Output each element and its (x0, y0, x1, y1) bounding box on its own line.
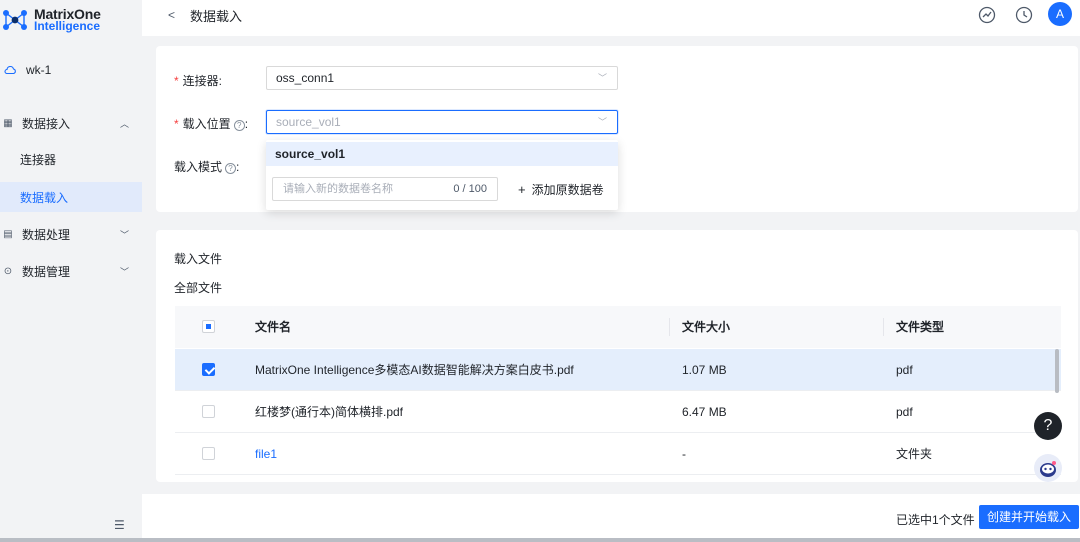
file-size: 1.07 MB (682, 363, 727, 377)
char-count: 0 / 100 (453, 183, 487, 195)
file-type: pdf (896, 405, 913, 419)
file-type: 文件夹 (896, 447, 933, 461)
help-icon[interactable]: ? (225, 163, 237, 174)
page-title: 数据载入 (190, 9, 243, 24)
sidebar-group-data-ingest[interactable]: ▦ 数据接入 ︿ (0, 108, 142, 138)
add-volume-button[interactable]: + 添加原数据卷 (518, 181, 604, 198)
back-button[interactable]: < (168, 8, 175, 22)
dashboard-icon[interactable] (976, 4, 998, 26)
table-header: 文件名 文件大小 文件类型 (175, 306, 1061, 348)
chevron-down-icon: ﹀ (597, 73, 607, 83)
chevron-up-icon: ︿ (120, 118, 130, 129)
chevron-down-icon: ﹀ (120, 229, 130, 240)
select-all-checkbox[interactable] (202, 320, 215, 333)
files-section-title: 载入文件 (174, 252, 223, 266)
sidebar-group-label: 数据接入 (22, 116, 71, 131)
connector-value: oss_conn1 (276, 71, 335, 85)
row-checkbox[interactable] (202, 447, 215, 460)
new-volume-placeholder: 请输入新的数据卷名称 (283, 183, 393, 195)
sidebar-group-label: 数据管理 (22, 264, 71, 279)
file-name: 红楼梦(通行本)简体横排.pdf (255, 405, 404, 419)
sidebar: MatrixOne Intelligence wk-1 ▦ 数据接入 ︿ 连接器… (0, 0, 142, 542)
help-button[interactable]: ? (1034, 412, 1062, 440)
grid-icon: ▦ (3, 117, 13, 129)
workspace-name: wk-1 (26, 63, 52, 77)
sidebar-item-label: 数据载入 (20, 190, 69, 205)
table-row[interactable]: 红楼梦(通行本)简体横排.pdf 6.47 MB pdf (175, 391, 1061, 433)
history-icon[interactable] (1013, 4, 1035, 26)
selection-summary: 已选中1个文件 (896, 513, 975, 527)
cloud-icon (4, 66, 16, 74)
table-row[interactable]: file1 - 文件夹 (175, 433, 1061, 475)
create-and-load-button[interactable]: 创建并开始载入 (979, 505, 1079, 529)
connector-label: * 连接器: (174, 74, 223, 88)
check-circle-icon: ⊙ (3, 265, 13, 277)
matrixone-logo-icon (3, 10, 27, 30)
sidebar-group-data-processing[interactable]: ▤ 数据处理 ﹀ (0, 219, 142, 249)
table-row[interactable]: MatrixOne Intelligence多模态AI数据智能解决方案白皮书.p… (175, 349, 1061, 391)
workspace-selector[interactable]: wk-1 (4, 60, 51, 80)
logo[interactable]: MatrixOne Intelligence (0, 6, 101, 34)
top-bar: < 数据载入 A (142, 0, 1080, 36)
sidebar-item-data-load[interactable]: 数据载入 (0, 182, 142, 212)
sidebar-group-label: 数据处理 (22, 227, 71, 242)
location-dropdown: source_vol1 请输入新的数据卷名称 0 / 100 + 添加原数据卷 (266, 140, 618, 210)
location-value: source_vol1 (276, 115, 341, 129)
connector-select[interactable]: oss_conn1 ﹀ (266, 66, 618, 90)
all-files-label: 全部文件 (174, 281, 223, 295)
bottom-scroll-track (0, 538, 1080, 542)
dropdown-option[interactable]: source_vol1 (266, 142, 618, 166)
chevron-down-icon: ﹀ (120, 266, 130, 277)
column-header-name[interactable]: 文件名 (255, 306, 291, 348)
file-name: MatrixOne Intelligence多模态AI数据智能解决方案白皮书.p… (255, 363, 574, 377)
new-volume-input[interactable]: 请输入新的数据卷名称 0 / 100 (272, 177, 498, 201)
plus-icon: + (518, 182, 526, 197)
footer-bar: 已选中1个文件 创建并开始载入 (142, 494, 1080, 542)
column-header-size[interactable]: 文件大小 (682, 306, 730, 348)
table-scrollbar[interactable] (1055, 349, 1059, 393)
row-checkbox[interactable] (202, 405, 215, 418)
avatar[interactable]: A (1048, 2, 1072, 26)
location-label: * 载入位置?: (174, 117, 249, 131)
mode-label: 载入模式?: (174, 160, 240, 174)
chevron-down-icon: ﹀ (597, 117, 607, 127)
robot-assistant-icon (1040, 461, 1056, 477)
sidebar-item-connectors[interactable]: 连接器 (0, 144, 142, 174)
file-size: 6.47 MB (682, 405, 727, 419)
logo-subtitle: Intelligence (34, 19, 101, 33)
folder-link[interactable]: file1 (255, 433, 277, 475)
collapse-menu-icon[interactable]: ☰ (114, 518, 125, 532)
assistant-button[interactable] (1034, 454, 1062, 482)
location-select[interactable]: source_vol1 ﹀ (266, 110, 618, 134)
sidebar-item-label: 连接器 (20, 152, 57, 167)
sidebar-group-data-management[interactable]: ⊙ 数据管理 ﹀ (0, 256, 142, 286)
file-size: - (682, 447, 686, 461)
file-type: pdf (896, 363, 913, 377)
row-checkbox[interactable] (202, 363, 215, 376)
help-icon[interactable]: ? (233, 120, 245, 131)
list-icon: ▤ (3, 228, 13, 240)
column-header-type[interactable]: 文件类型 (896, 306, 944, 348)
